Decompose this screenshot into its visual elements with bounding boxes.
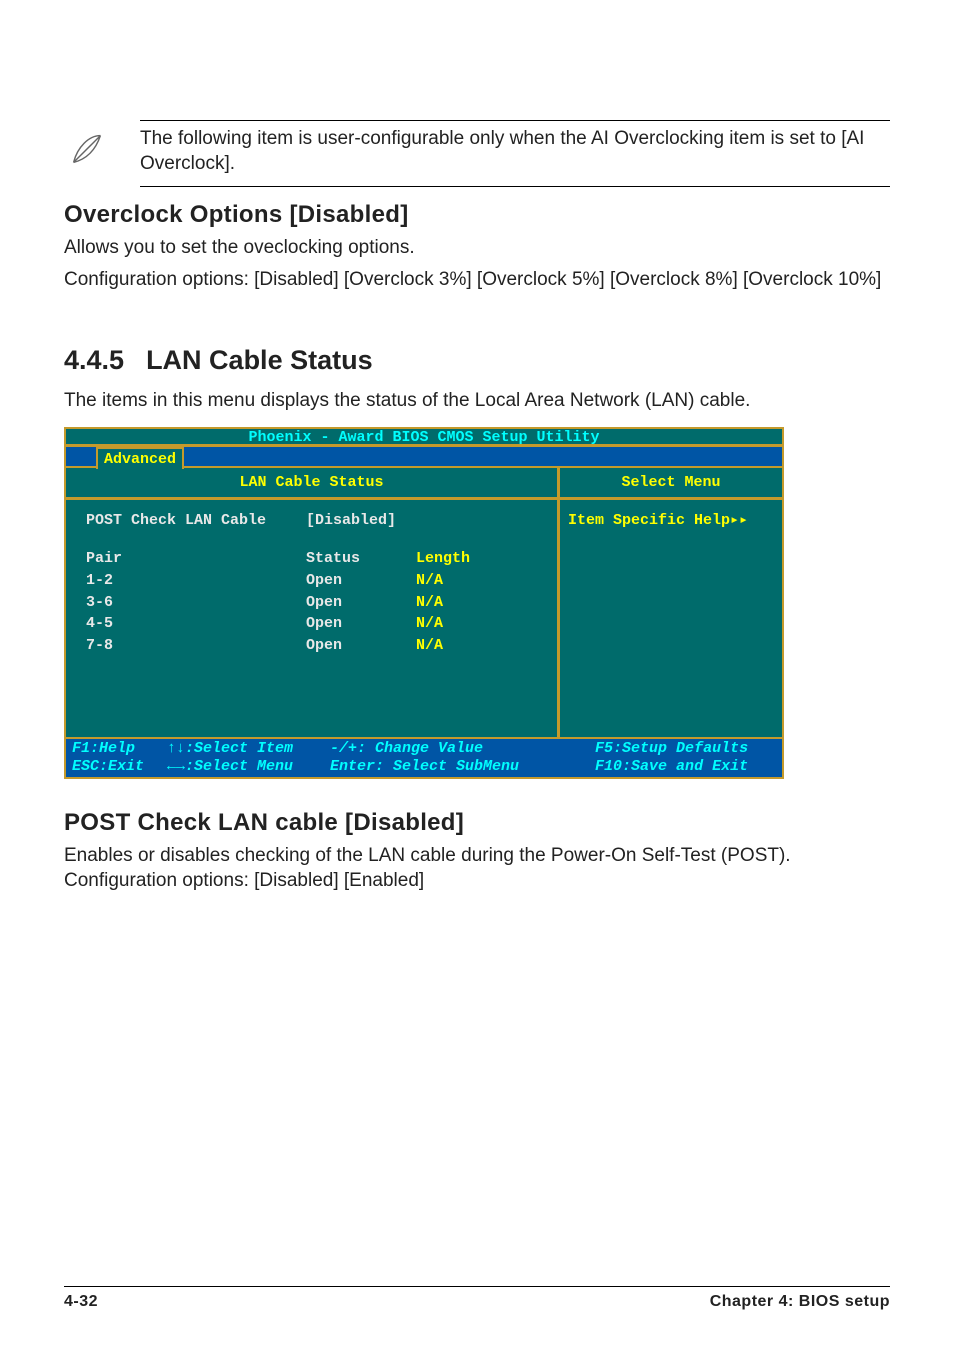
- bios-left-header: LAN Cable Status: [66, 468, 557, 500]
- note-text: The following item is user-configurable …: [140, 120, 890, 187]
- note-block: The following item is user-configurable …: [64, 120, 890, 187]
- chapter-label: Chapter 4: BIOS setup: [710, 1293, 890, 1311]
- section-title: LAN Cable Status: [146, 345, 373, 376]
- overclock-body-2: Configuration options: [Disabled] [Overc…: [64, 267, 890, 293]
- hint-esc: ESC:Exit: [72, 758, 158, 776]
- post-check-body: Enables or disables checking of the LAN …: [64, 843, 890, 894]
- pair-cell: 1-2: [86, 570, 306, 592]
- bios-window: Phoenix - Award BIOS CMOS Setup Utility …: [64, 427, 784, 779]
- bios-setting-value[interactable]: [Disabled]: [306, 510, 416, 532]
- bios-content: POST Check LAN Cable [Disabled] Pair Sta…: [66, 500, 557, 737]
- hint-enter: Enter: Select SubMenu: [330, 758, 586, 776]
- bios-setting-row[interactable]: POST Check LAN Cable [Disabled]: [86, 510, 543, 532]
- section-heading: 4.4.5 LAN Cable Status: [64, 345, 890, 376]
- status-cell: Open: [306, 613, 416, 635]
- status-cell: Open: [306, 592, 416, 614]
- feather-icon: [64, 126, 110, 172]
- page-number: 4-32: [64, 1293, 98, 1311]
- spacer: [86, 532, 543, 548]
- length-cell: N/A: [416, 592, 543, 614]
- section-intro: The items in this menu displays the stat…: [64, 388, 890, 414]
- hint-select-menu: ←→:Select Menu: [167, 758, 321, 776]
- col-pair: Pair: [86, 548, 306, 570]
- length-cell: N/A: [416, 613, 543, 635]
- pair-cell: 7-8: [86, 635, 306, 657]
- status-cell: Open: [306, 635, 416, 657]
- table-row: 3-6 Open N/A: [86, 592, 543, 614]
- bios-help-label: Item Specific Help▸▸: [560, 500, 782, 539]
- post-check-heading: POST Check LAN cable [Disabled]: [64, 809, 890, 837]
- hint-f5: F5:Setup Defaults: [595, 740, 748, 758]
- table-row: 4-5 Open N/A: [86, 613, 543, 635]
- hint-select-item: ↑↓:Select Item: [167, 740, 321, 758]
- bios-footer: F1:Help ↑↓:Select Item -/+: Change Value…: [66, 737, 782, 777]
- bios-table-head: Pair Status Length: [86, 548, 543, 570]
- hint-f1: F1:Help: [72, 740, 158, 758]
- bios-left-pane: LAN Cable Status POST Check LAN Cable [D…: [66, 468, 560, 737]
- bios-right-pane: Select Menu Item Specific Help▸▸: [560, 468, 782, 737]
- pair-cell: 4-5: [86, 613, 306, 635]
- section-number: 4.4.5: [64, 345, 124, 376]
- length-cell: N/A: [416, 635, 543, 657]
- table-row: 1-2 Open N/A: [86, 570, 543, 592]
- col-length: Length: [416, 548, 543, 570]
- table-row: 7-8 Open N/A: [86, 635, 543, 657]
- col-status: Status: [306, 548, 416, 570]
- bios-tab-advanced[interactable]: Advanced: [96, 447, 184, 469]
- status-cell: Open: [306, 570, 416, 592]
- bios-setting-name: POST Check LAN Cable: [86, 510, 306, 532]
- length-cell: N/A: [416, 570, 543, 592]
- overclock-options-heading: Overclock Options [Disabled]: [64, 201, 890, 229]
- hint-f10: F10:Save and Exit: [595, 758, 748, 776]
- overclock-body-1: Allows you to set the oveclocking option…: [64, 235, 890, 261]
- bios-menubar[interactable]: Advanced: [66, 447, 782, 468]
- hint-change-value: -/+: Change Value: [330, 740, 586, 758]
- bios-title-bar: Phoenix - Award BIOS CMOS Setup Utility: [66, 429, 782, 447]
- page-footer: 4-32 Chapter 4: BIOS setup: [64, 1286, 890, 1311]
- bios-right-header: Select Menu: [560, 468, 782, 500]
- document-page: The following item is user-configurable …: [0, 0, 954, 1351]
- note-icon-column: [64, 120, 140, 177]
- bios-body: LAN Cable Status POST Check LAN Cable [D…: [66, 468, 782, 737]
- pair-cell: 3-6: [86, 592, 306, 614]
